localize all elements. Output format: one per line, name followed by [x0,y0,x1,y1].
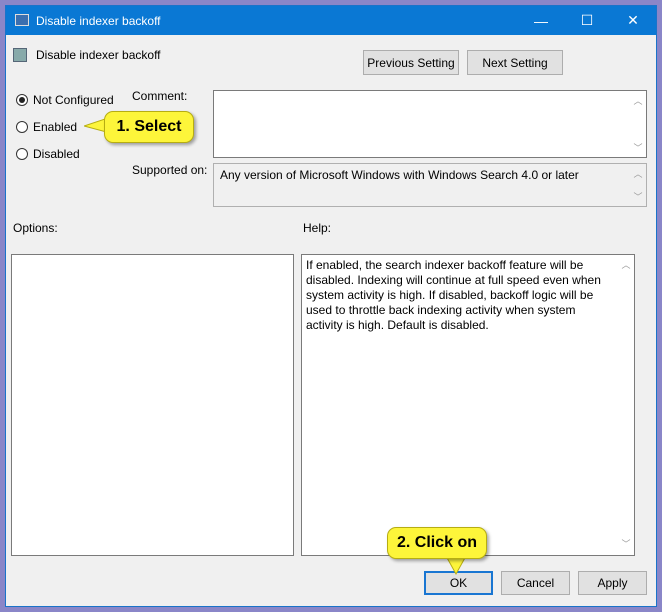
comment-label: Comment: [132,89,188,103]
radio-label: Enabled [33,120,78,134]
apply-button[interactable]: Apply [578,571,647,595]
help-scrollbar[interactable]: ︿ ﹀ [618,255,634,555]
radio-circle[interactable] [16,94,28,106]
help-text: If enabled, the search indexer backoff f… [306,258,601,332]
radio-circle[interactable] [16,148,28,160]
supported-scrollbar[interactable]: ︿ ﹀ [630,164,646,206]
callout-select: 1. Select [104,111,194,143]
callout-pointer-2 [445,556,467,576]
cancel-button[interactable]: Cancel [501,571,570,595]
supported-value: Any version of Microsoft Windows with Wi… [220,168,579,182]
next-setting-button[interactable]: Next Setting [467,50,563,75]
options-panel [11,254,294,556]
window-title: Disable indexer backoff [36,13,161,28]
options-label: Options: [13,221,58,235]
help-label: Help: [303,221,332,235]
close-button[interactable]: ✕ [610,6,656,35]
radio-label: Disabled [33,147,80,161]
policy-name: Disable indexer backoff [36,48,161,62]
comment-scrollbar[interactable]: ︿ ﹀ [630,91,646,157]
supported-field: Any version of Microsoft Windows with Wi… [213,163,647,207]
policy-dialog: Disable indexer backoff — ☐ ✕ Disable in… [5,5,657,607]
policy-icon [13,48,27,62]
callout-click-on: 2. Click on [387,527,487,559]
supported-label: Supported on: [132,163,208,177]
radio-disabled[interactable]: Disabled [16,147,80,161]
minimize-button[interactable]: — [518,6,564,35]
radio-circle[interactable] [16,121,28,133]
previous-setting-button[interactable]: Previous Setting [363,50,459,75]
radio-enabled[interactable]: Enabled [16,120,77,134]
comment-textarea[interactable]: ︿ ﹀ [213,90,647,158]
app-icon [15,14,29,26]
radio-not-configured[interactable]: Not Configured [16,93,114,107]
title-bar: Disable indexer backoff — ☐ ✕ [6,6,656,35]
help-panel: If enabled, the search indexer backoff f… [301,254,635,556]
radio-label: Not Configured [33,93,114,107]
maximize-button[interactable]: ☐ [564,6,610,35]
